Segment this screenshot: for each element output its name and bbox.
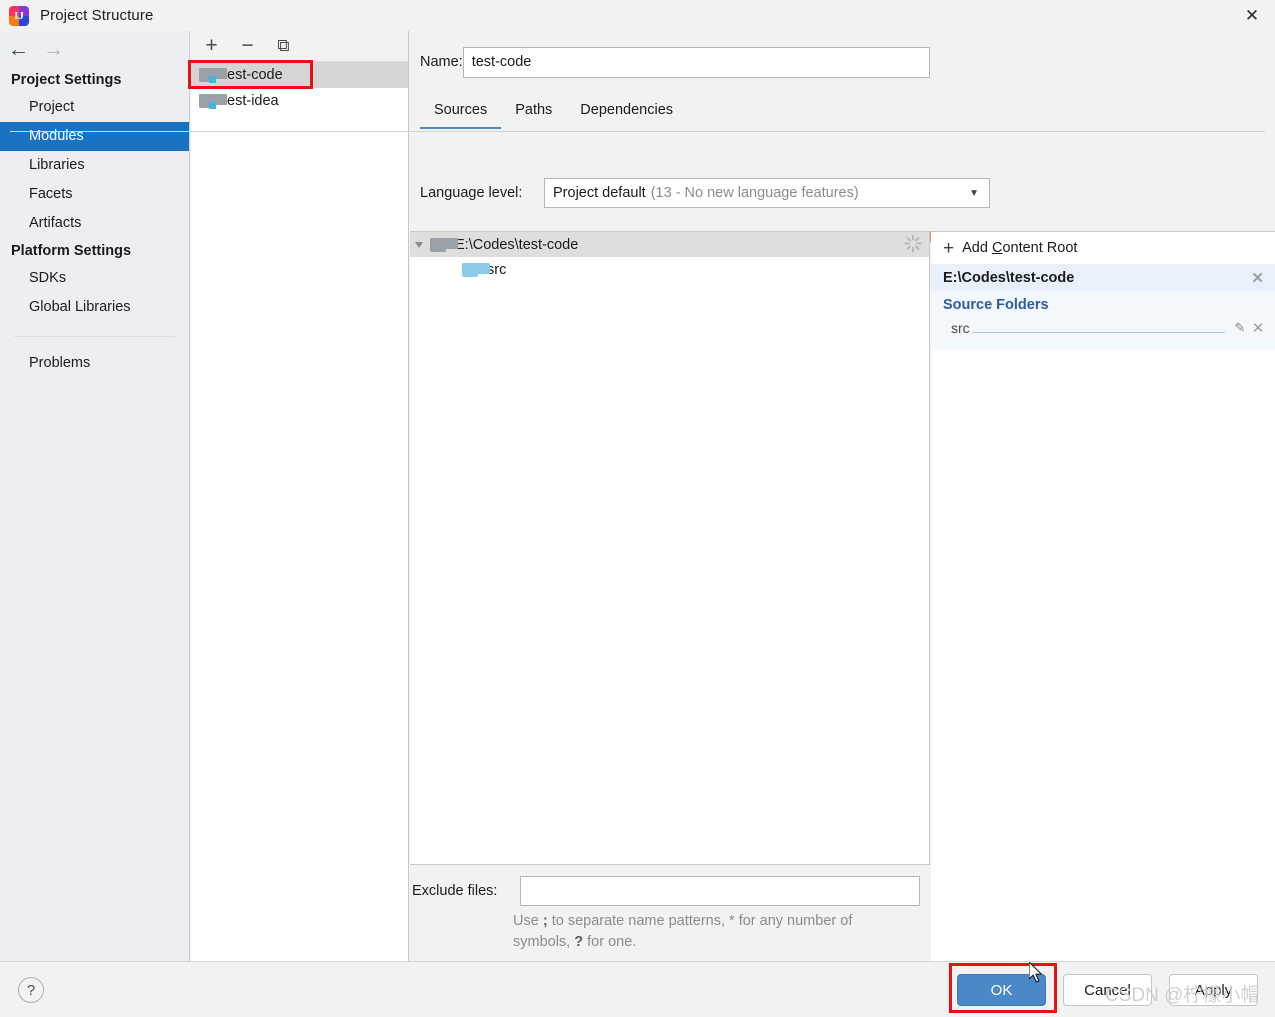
root-folder-icon — [430, 237, 458, 252]
plus-icon: + — [943, 237, 955, 259]
add-module-icon[interactable]: + — [202, 34, 221, 57]
close-icon[interactable]: ✕ — [1229, 0, 1275, 31]
copy-module-icon[interactable]: ⧉ — [274, 36, 293, 56]
modules-list-panel: + − ⧉ test-code test-idea — [191, 31, 409, 961]
sidebar-item-facets[interactable]: Facets — [0, 180, 189, 209]
tab-dependencies[interactable]: Dependencies — [566, 102, 687, 129]
language-level-value: Project default — [553, 185, 646, 201]
tabs-underline-rule — [10, 131, 1265, 132]
sidebar-item-artifacts[interactable]: Artifacts — [0, 209, 189, 238]
module-icon — [199, 93, 227, 109]
apply-button[interactable]: Apply — [1169, 974, 1258, 1006]
mouse-cursor-icon — [1029, 962, 1043, 983]
content-roots-panel: + Add Content Root E:\Codes\test-code ✕ … — [931, 231, 1275, 961]
remove-module-icon[interactable]: − — [238, 34, 257, 57]
edit-pencil-icon[interactable]: ✎ — [1231, 320, 1249, 336]
name-input[interactable] — [462, 46, 930, 78]
exclude-files-label: Exclude files: — [412, 883, 498, 899]
chevron-down-icon[interactable]: ▼ — [969, 188, 979, 199]
help-icon[interactable]: ? — [18, 977, 44, 1003]
settings-sidebar: ← → Project Settings Project Modules Lib… — [0, 31, 190, 961]
module-icon — [199, 67, 227, 83]
add-content-root-label: Add Content Root — [962, 240, 1078, 256]
hint-part-2: to separate name patterns, * for any num… — [513, 913, 853, 950]
exclude-files-hint: Use ; to separate name patterns, * for a… — [513, 911, 913, 953]
language-level-select[interactable]: Project default (13 - No new language fe… — [544, 178, 990, 208]
name-row: Name: — [420, 46, 930, 78]
hint-part-1: Use — [513, 913, 543, 929]
window-title: Project Structure — [40, 7, 154, 24]
language-level-detail: (13 - No new language features) — [650, 185, 859, 201]
language-level-label: Language level: — [420, 185, 523, 201]
tab-paths[interactable]: Paths — [501, 102, 566, 129]
content-root-body: Source Folders src ✎ ✕ — [931, 291, 1275, 349]
sidebar-group-platform-settings: Platform Settings — [11, 243, 132, 259]
content-root-path: E:\Codes\test-code — [943, 269, 1075, 286]
hint-part-3: for one. — [583, 934, 637, 950]
module-label: test-code — [223, 67, 283, 83]
cancel-button[interactable]: Cancel — [1063, 974, 1152, 1006]
tab-sources[interactable]: Sources — [420, 102, 502, 129]
add-content-root-button[interactable]: + Add Content Root — [931, 232, 1275, 264]
window-titlebar: IJ Project Structure ✕ — [0, 0, 1275, 31]
sidebar-item-project[interactable]: Project — [0, 93, 189, 122]
sidebar-group-project-settings: Project Settings — [11, 72, 122, 88]
sidebar-item-modules[interactable]: Modules — [0, 122, 189, 151]
sidebar-divider — [14, 336, 175, 337]
sidebar-item-global-libraries[interactable]: Global Libraries — [0, 293, 189, 322]
intellij-logo-icon: IJ — [9, 5, 29, 26]
name-label: Name: — [420, 54, 463, 70]
dialog-footer: ? OK Cancel Apply — [0, 961, 1275, 1017]
modules-toolbar: + − ⧉ — [191, 31, 408, 62]
source-folder-row[interactable]: src ✎ ✕ — [931, 317, 1275, 339]
language-level-row: Language level: Project default (13 - No… — [420, 178, 1275, 208]
tree-row-root[interactable]: E:\Codes\test-code — [410, 232, 929, 257]
logo-glyph: IJ — [14, 9, 24, 22]
remove-source-folder-icon[interactable]: ✕ — [1249, 319, 1267, 337]
module-row-test-code[interactable]: test-code — [191, 62, 408, 88]
content-root-header[interactable]: E:\Codes\test-code ✕ — [931, 264, 1275, 291]
tree-root-label: E:\Codes\test-code — [455, 236, 579, 253]
sidebar-item-problems[interactable]: Problems — [0, 349, 189, 378]
back-arrow-icon[interactable]: ← — [8, 39, 29, 60]
exclude-files-row: Exclude files: — [410, 876, 920, 906]
sidebar-item-libraries[interactable]: Libraries — [0, 151, 189, 180]
source-folders-title: Source Folders — [943, 297, 1049, 313]
forward-arrow-icon[interactable]: → — [43, 39, 64, 60]
loading-spinner-icon — [904, 235, 921, 252]
navigation-arrows: ← → — [0, 31, 189, 67]
remove-content-root-icon[interactable]: ✕ — [1251, 269, 1264, 287]
source-folder-rule — [971, 321, 1225, 333]
editor-tabs: Sources Paths Dependencies — [420, 95, 930, 129]
sidebar-item-sdks[interactable]: SDKs — [0, 264, 189, 293]
source-folder-name: src — [951, 320, 970, 336]
exclude-files-input[interactable] — [520, 876, 920, 906]
tree-row-src[interactable]: src — [410, 257, 929, 283]
src-folder-icon — [462, 263, 490, 277]
module-row-test-idea[interactable]: test-idea — [191, 88, 408, 114]
module-label: test-idea — [223, 93, 279, 109]
content-root-tree: E:\Codes\test-code src — [410, 231, 930, 865]
hint-question-mark: ? — [574, 934, 584, 950]
expand-triangle-icon[interactable] — [415, 241, 423, 248]
